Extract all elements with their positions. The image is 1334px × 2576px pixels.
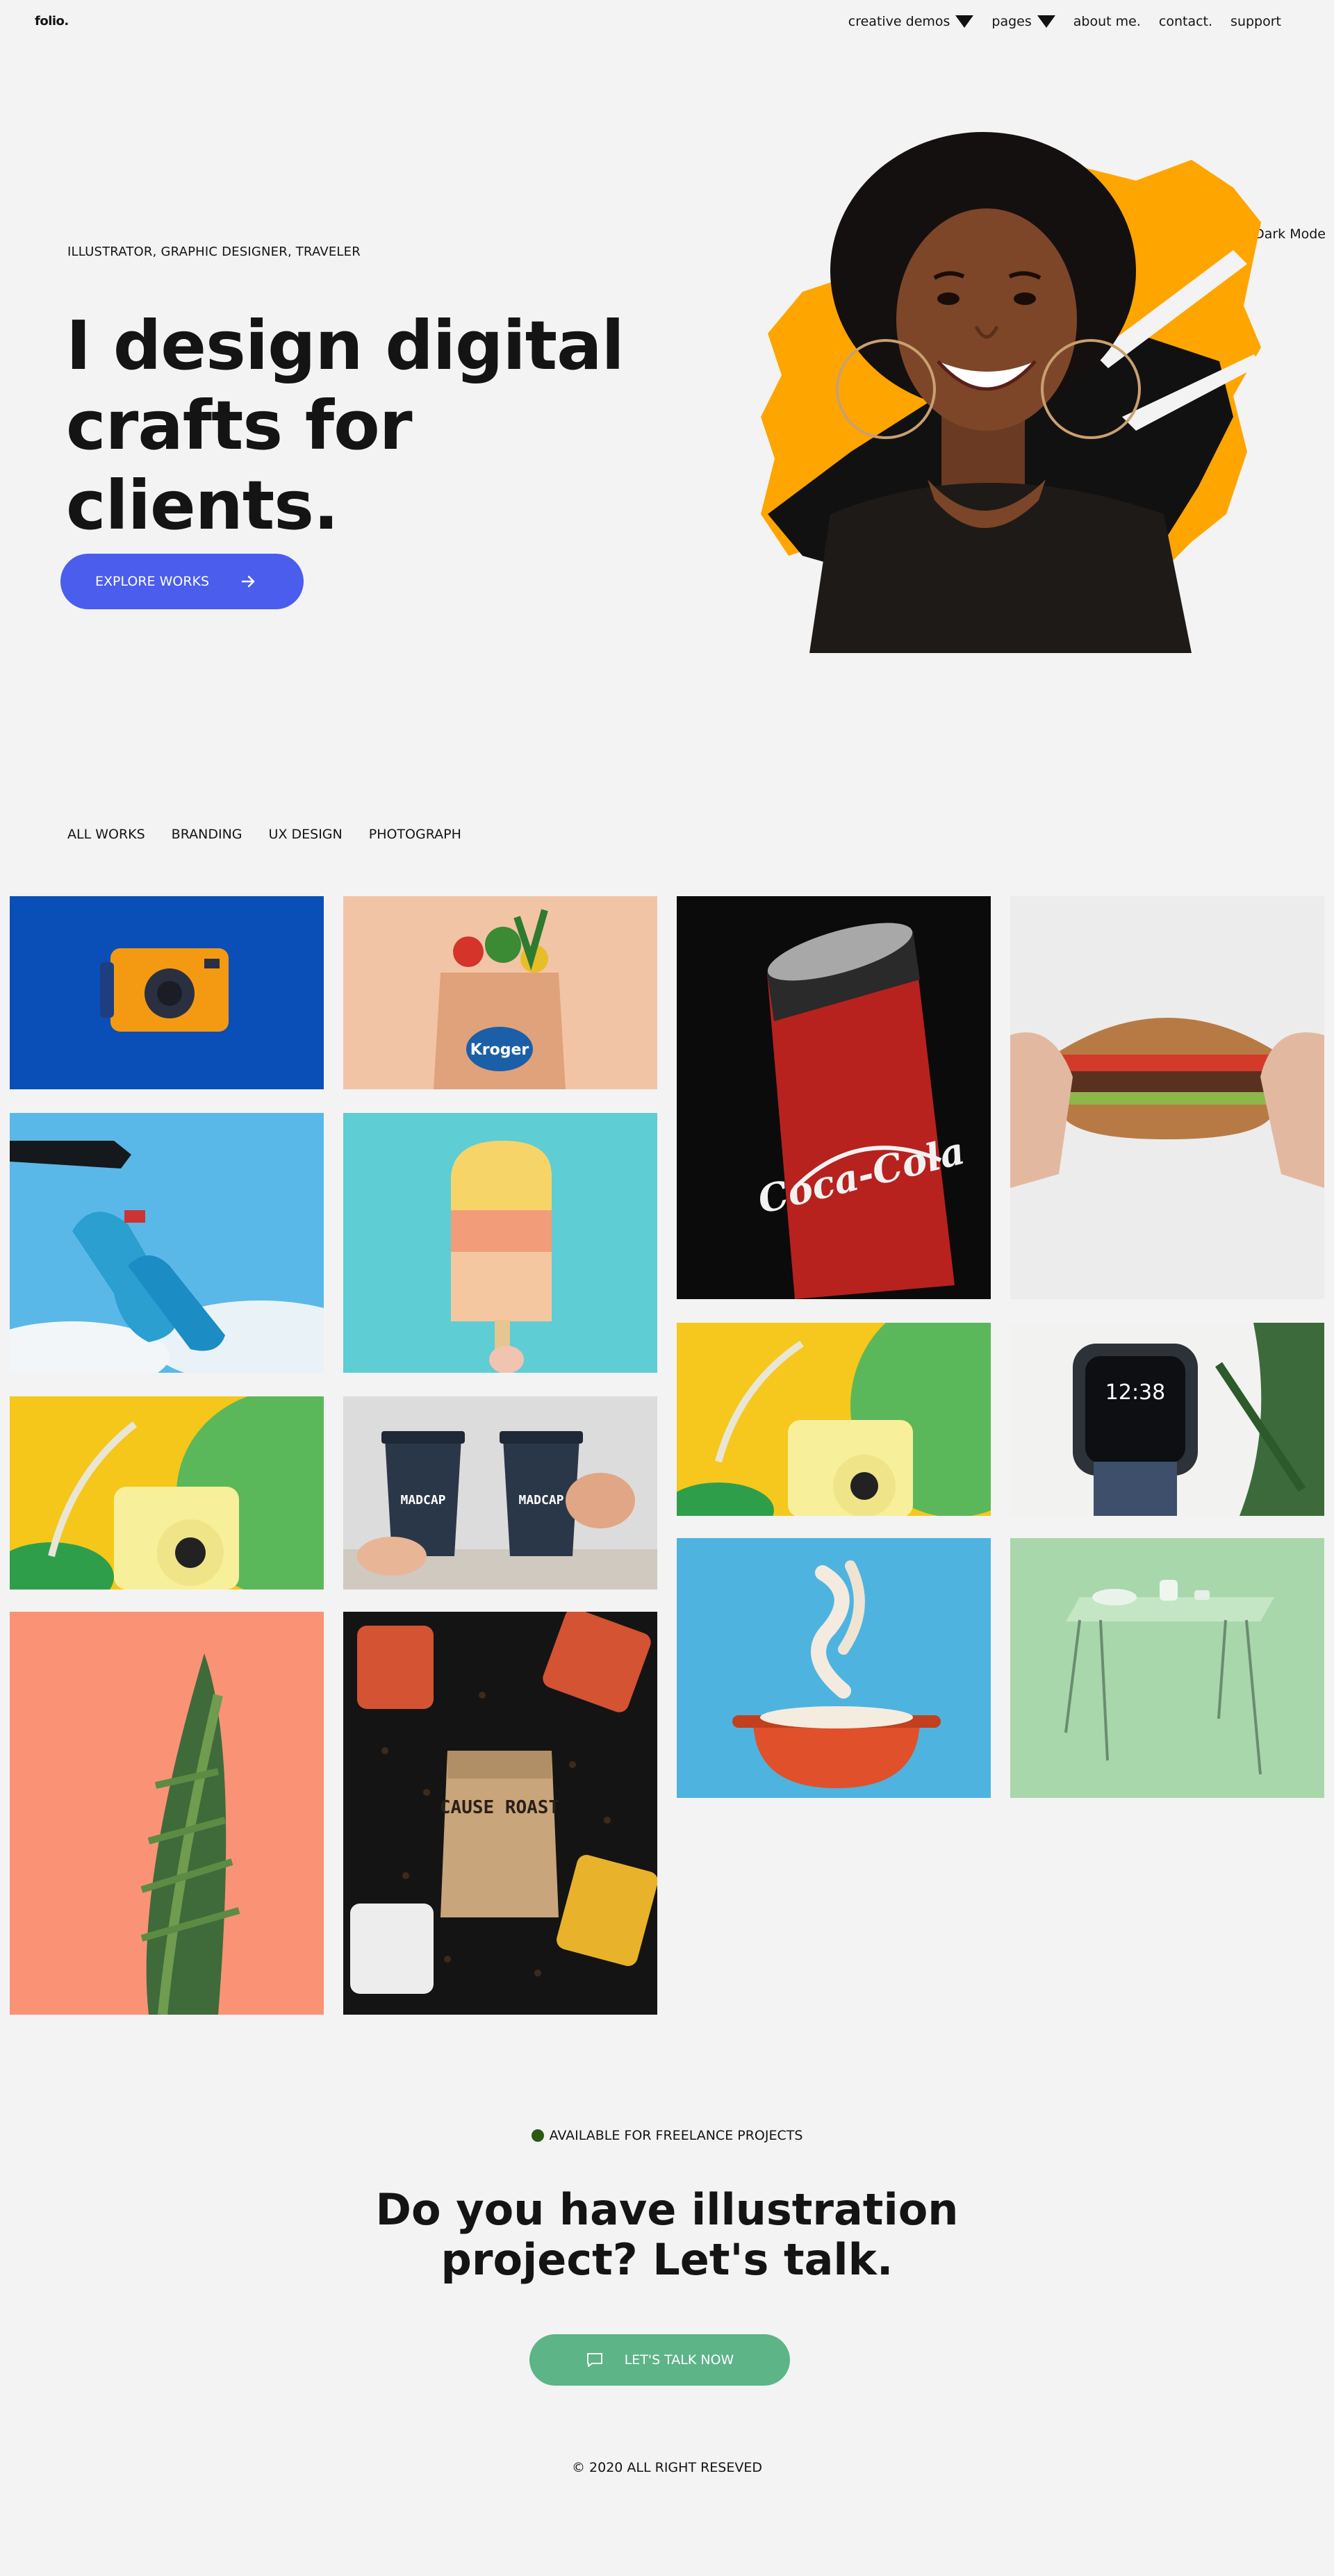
gallery-tile-cause-roast[interactable]: CAUSE ROAST [343,1612,657,2015]
gallery-tile-plant-peach[interactable] [10,1612,324,2015]
nav-item-creative-demos[interactable]: creative demos [848,14,974,29]
filter-photograph[interactable]: PHOTOGRAPH [369,827,461,842]
nav-item-label: support [1230,14,1281,29]
cause-roast-text: CAUSE ROAST [440,1797,559,1818]
hero-portrait [761,132,1261,653]
gallery-tile-yellow-instax[interactable] [10,1396,324,1590]
hero-headline-line2: crafts for clients. [66,386,413,545]
nav-item-support[interactable]: support [1230,14,1281,29]
chevron-down-icon [955,15,974,28]
explore-works-label: EXPLORE WORKS [95,574,210,589]
availability-text: AVAILABLE FOR FREELANCE PROJECTS [549,2128,803,2143]
nav-item-label: pages [991,14,1032,29]
gallery-tile-noodles-pot[interactable] [677,1538,991,1798]
main-nav: creative demos pages about me. contact. … [830,14,1281,29]
lets-talk-button[interactable]: LET'S TALK NOW [529,2334,790,2386]
kroger-logo-text: Kroger [470,1041,529,1059]
nav-item-pages[interactable]: pages [991,14,1055,29]
gallery-tile-popsicle[interactable] [343,1113,657,1373]
gallery-tile-kroger-bag[interactable]: Kroger [343,896,657,1089]
status-dot-icon [531,2129,544,2142]
lets-talk-label: LET'S TALK NOW [624,2352,734,2368]
nav-item-contact[interactable]: contact. [1159,14,1212,29]
chat-bubble-icon [586,2353,602,2367]
gallery-tile-madcap-cups[interactable]: MADCAP MADCAP [343,1396,657,1590]
madcap-logo-text: MADCAP [518,1493,563,1508]
contact-question: Do you have illustration project? Let's … [0,2185,1334,2285]
footer-copyright: © 2020 ALL RIGHT RESEVED [571,2460,762,2475]
portfolio-filters: ALL WORKS BRANDING UX DESIGN PHOTOGRAPH [67,827,488,842]
gallery-tile-smartwatch[interactable]: 12:38 [1010,1323,1324,1516]
filter-ux-design[interactable]: UX DESIGN [269,827,343,842]
contact-question-line2: project? Let's talk. [440,2234,894,2285]
watch-time-text: 12:38 [1105,1380,1165,1405]
nav-item-about[interactable]: about me. [1073,14,1141,29]
gallery-tile-orange-camera[interactable] [10,896,324,1089]
arrow-right-icon [241,575,255,588]
gallery-tile-mint-table[interactable] [1010,1538,1324,1798]
hero-eyebrow: ILLUSTRATOR, GRAPHIC DESIGNER, TRAVELER [67,245,361,259]
hero-headline-line1: I design digital [66,306,625,385]
gallery-tile-coca-cola[interactable]: Coca-Cola [677,896,991,1299]
madcap-logo-text: MADCAP [400,1493,445,1508]
gallery-tile-instax-leaves[interactable] [677,1323,991,1516]
explore-works-button[interactable]: EXPLORE WORKS [60,554,304,609]
gallery-tile-burger[interactable] [1010,896,1324,1299]
availability-status: AVAILABLE FOR FREELANCE PROJECTS [0,2128,1334,2143]
filter-branding[interactable]: BRANDING [172,827,242,842]
filter-all-works[interactable]: ALL WORKS [67,827,145,842]
chevron-down-icon [1037,15,1055,28]
nav-item-label: creative demos [848,14,950,29]
contact-question-line1: Do you have illustration [375,2184,959,2235]
gallery-tile-blue-sneakers[interactable] [10,1113,324,1373]
nav-item-label: contact. [1158,14,1213,29]
nav-item-label: about me. [1073,14,1141,29]
hero-headline: I design digital crafts for clients. [66,306,691,545]
brand-logo[interactable]: folio. [35,14,69,28]
